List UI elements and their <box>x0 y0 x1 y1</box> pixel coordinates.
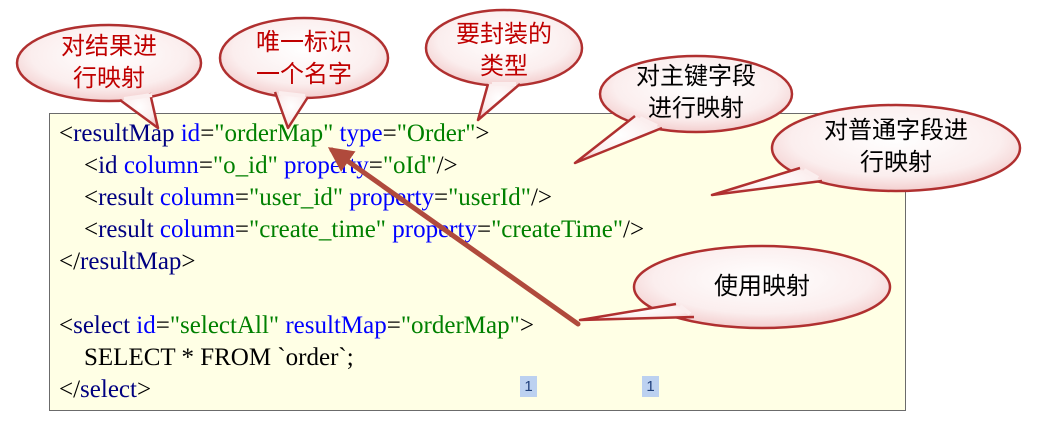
callout-label-use-map: 使用映射 <box>714 272 810 300</box>
callout-label-map-result: 对结果进 行映射 <box>61 32 157 92</box>
callout-label-primary-key: 对主键字段 进行映射 <box>636 62 756 122</box>
callout-label-wrapped-type: 要封装的 类型 <box>456 20 552 80</box>
reference-arrow <box>327 147 581 327</box>
callout-label-unique-id: 唯一标识 一个名字 <box>256 28 352 88</box>
callout-label-normal-field: 对普通字段进 行映射 <box>824 116 968 176</box>
